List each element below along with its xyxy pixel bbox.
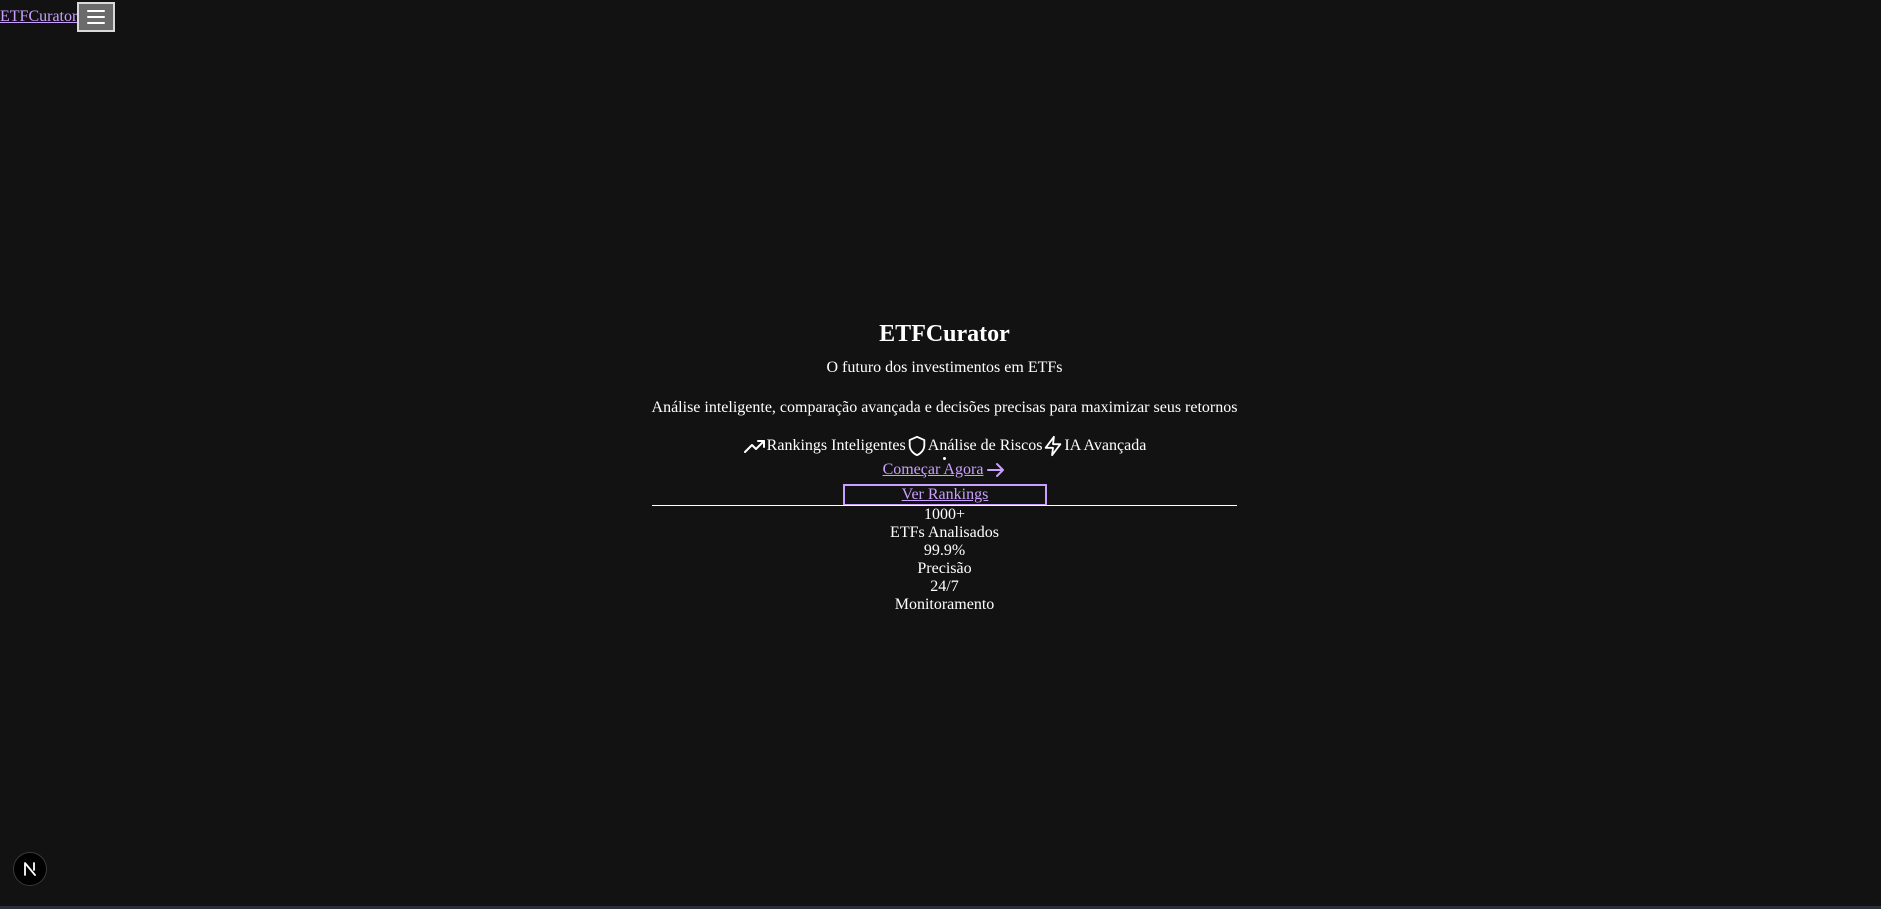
stat-precision: 99.9% Precisão	[652, 542, 1237, 578]
shield-icon	[908, 435, 926, 457]
feature-list: Rankings Inteligentes Análise de Riscos …	[652, 435, 1237, 457]
lightning-icon	[1045, 435, 1062, 457]
stat-label: Monitoramento	[894, 596, 995, 613]
feature-label: Análise de Riscos	[927, 437, 1043, 454]
top-nav: ETFCurator	[0, 0, 116, 33]
nextjs-logo-icon	[24, 862, 36, 876]
menu-button[interactable]	[77, 1, 116, 32]
stat-label: Precisão	[917, 560, 972, 577]
hero-tagline: O futuro dos investimentos em ETFs	[826, 359, 1063, 376]
page: ETFCurator ETFCurator O futuro dos inves…	[0, 0, 1881, 909]
stat-monitoring: 24/7 Monitoramento	[652, 578, 1237, 614]
feature-label: Rankings Inteligentes	[766, 437, 906, 454]
view-rankings-link[interactable]: Ver Rankings	[902, 486, 989, 504]
arrow-right-icon	[987, 463, 1005, 477]
nextjs-dev-badge[interactable]	[13, 852, 47, 886]
feature-label: IA Avançada	[1064, 437, 1147, 454]
stat-value: 99.9%	[923, 542, 966, 559]
hero-title: ETFCurator	[879, 321, 1010, 347]
feature-rankings: Rankings Inteligentes	[743, 436, 906, 456]
trending-up-icon	[743, 440, 765, 453]
stat-label: ETFs Analisados	[890, 524, 999, 541]
stat-value: 24/7	[930, 578, 959, 595]
hamburger-menu-icon	[87, 9, 106, 24]
start-now-link[interactable]: Começar Agora	[883, 460, 984, 480]
hero-description: Análise inteligente, comparação avançada…	[651, 399, 1238, 416]
hero-section: ETFCurator O futuro dos investimentos em…	[652, 318, 1238, 613]
brand-link[interactable]: ETFCurator	[0, 0, 77, 33]
stat-etfs: 1000+ ETFs Analisados	[652, 506, 1237, 542]
feature-risk: Análise de Riscos	[906, 435, 1043, 457]
feature-ai: IA Avançada	[1042, 435, 1146, 457]
stats-list: 1000+ ETFs Analisados 99.9% Precisão 24/…	[652, 506, 1237, 614]
view-rankings-button[interactable]: Ver Rankings	[843, 484, 1047, 506]
primary-cta: Começar Agora	[652, 460, 1237, 480]
stat-value: 1000+	[923, 506, 966, 523]
